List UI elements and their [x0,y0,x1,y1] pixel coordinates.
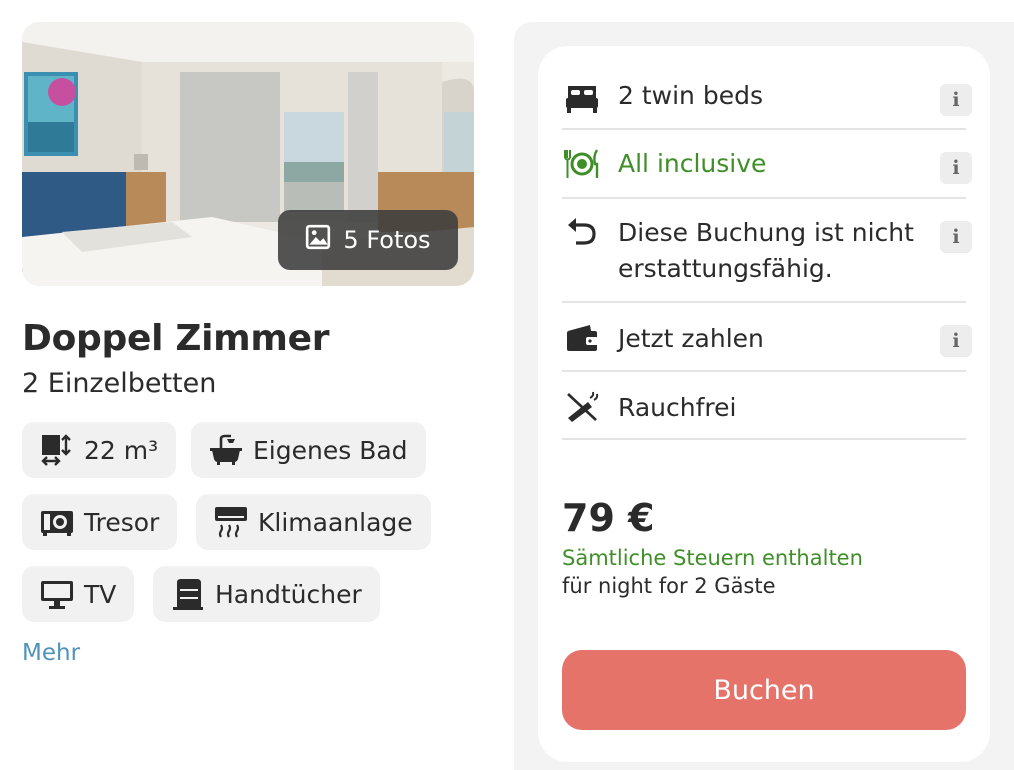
amenity-air-conditioning: Klimaanlage [196,494,431,550]
feature-label: Diese Buchung ist nicht erstattungsfähig… [618,218,914,283]
feature-label: Jetzt zahlen [618,324,764,353]
amenity-tv: TV [22,566,135,622]
air-conditioning-icon [214,505,248,539]
feature-label: 2 twin beds [618,81,763,110]
photos-count-label: 5 Fotos [343,226,431,254]
room-size-icon [40,433,74,467]
amenity-label: Tresor [84,507,160,537]
feature-smoking: Rauchfrei [562,372,966,440]
room-title: Doppel Zimmer [22,318,330,359]
feature-beds: 2 twin beds i [562,66,972,130]
amenity-room-size: 22 m³ [22,422,177,478]
amenity-label: TV [84,579,117,609]
wallet-icon [564,321,600,357]
info-button[interactable]: i [940,84,972,116]
amenity-label: Klimaanlage [258,507,413,537]
safe-icon [40,505,74,539]
book-button[interactable]: Buchen [562,650,966,730]
info-button[interactable]: i [940,221,972,253]
photos-button[interactable]: 5 Fotos [278,210,458,270]
price: 79 € [562,496,655,540]
bathtub-icon [209,433,243,467]
meal-icon [564,146,600,182]
tv-icon [40,577,74,611]
feature-cancellation: Diese Buchung ist nicht erstattungsfähig… [562,199,972,303]
amenity-label: Eigenes Bad [253,435,408,465]
undo-icon [564,215,600,251]
info-button[interactable]: i [940,325,972,357]
feature-label: Rauchfrei [618,393,737,422]
amenity-label: 22 m³ [84,435,159,465]
amenity-label: Handtücher [215,579,362,609]
feature-board: All inclusive i [562,130,972,199]
amenity-towels: Handtücher [153,566,380,622]
price-per-note: für night for 2 Gäste [562,574,776,598]
feature-label: All inclusive [618,149,767,178]
towels-icon [171,577,205,611]
info-button[interactable]: i [940,152,972,184]
room-subtitle: 2 Einzelbetten [22,368,217,399]
room-photo[interactable]: 5 Fotos [22,22,474,286]
image-icon [305,224,331,256]
amenity-private-bath: Eigenes Bad [191,422,426,478]
tax-note: Sämtliche Steuern enthalten [562,546,863,570]
no-smoking-icon [564,388,600,424]
amenity-safe: Tresor [22,494,178,550]
more-link[interactable]: Mehr [22,640,80,666]
feature-payment: Jetzt zahlen i [562,303,972,372]
bed-icon [564,80,600,116]
